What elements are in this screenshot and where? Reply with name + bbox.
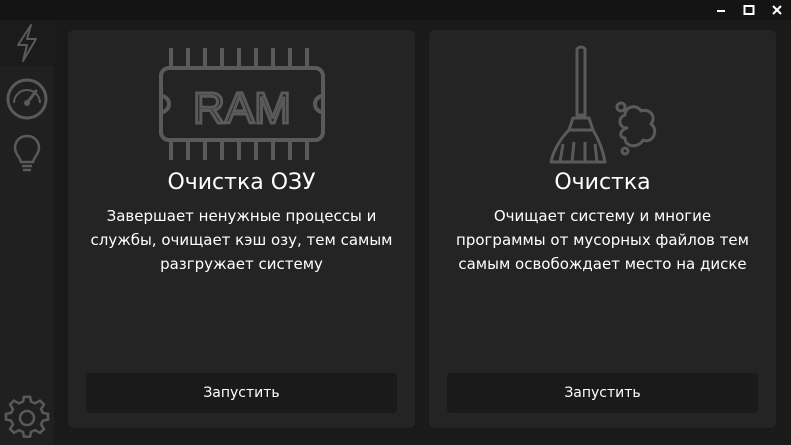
card-description: Завершает ненужные процессы и службы, оч… <box>90 207 393 273</box>
svg-text:RAM: RAM <box>193 84 291 133</box>
sidebar-item-settings[interactable] <box>0 395 54 441</box>
disk-cleanup-card: Очистка Очищает систему и многие програм… <box>429 30 776 428</box>
close-icon <box>772 5 782 15</box>
broom-icon <box>549 45 657 164</box>
card-title: Очистка ОЗУ <box>167 170 316 195</box>
gear-icon <box>4 395 50 438</box>
card-title: Очистка <box>554 170 651 195</box>
ram-cleanup-card: RAM Очистка ОЗУ Завершает ненужные проце… <box>68 30 415 428</box>
title-bar <box>0 0 791 20</box>
sidebar-item-tips[interactable] <box>0 132 54 178</box>
minimize-button[interactable] <box>713 2 729 18</box>
maximize-icon <box>743 5 755 15</box>
sidebar-item-performance[interactable] <box>0 76 54 122</box>
minimize-icon <box>717 10 725 12</box>
lightning-icon <box>17 24 37 62</box>
sidebar <box>0 20 54 445</box>
sidebar-item-optimize[interactable] <box>0 20 54 66</box>
run-ram-cleanup-button[interactable]: Запустить <box>86 373 397 413</box>
ram-chip-icon: RAM <box>159 48 325 160</box>
maximize-button[interactable] <box>741 2 757 18</box>
lightbulb-icon <box>13 134 41 172</box>
run-disk-cleanup-button[interactable]: Запустить <box>447 373 758 413</box>
window-controls <box>713 0 785 20</box>
close-button[interactable] <box>769 2 785 18</box>
card-description: Очищает систему и многие программы от му… <box>456 207 749 273</box>
speedometer-icon <box>6 78 48 120</box>
